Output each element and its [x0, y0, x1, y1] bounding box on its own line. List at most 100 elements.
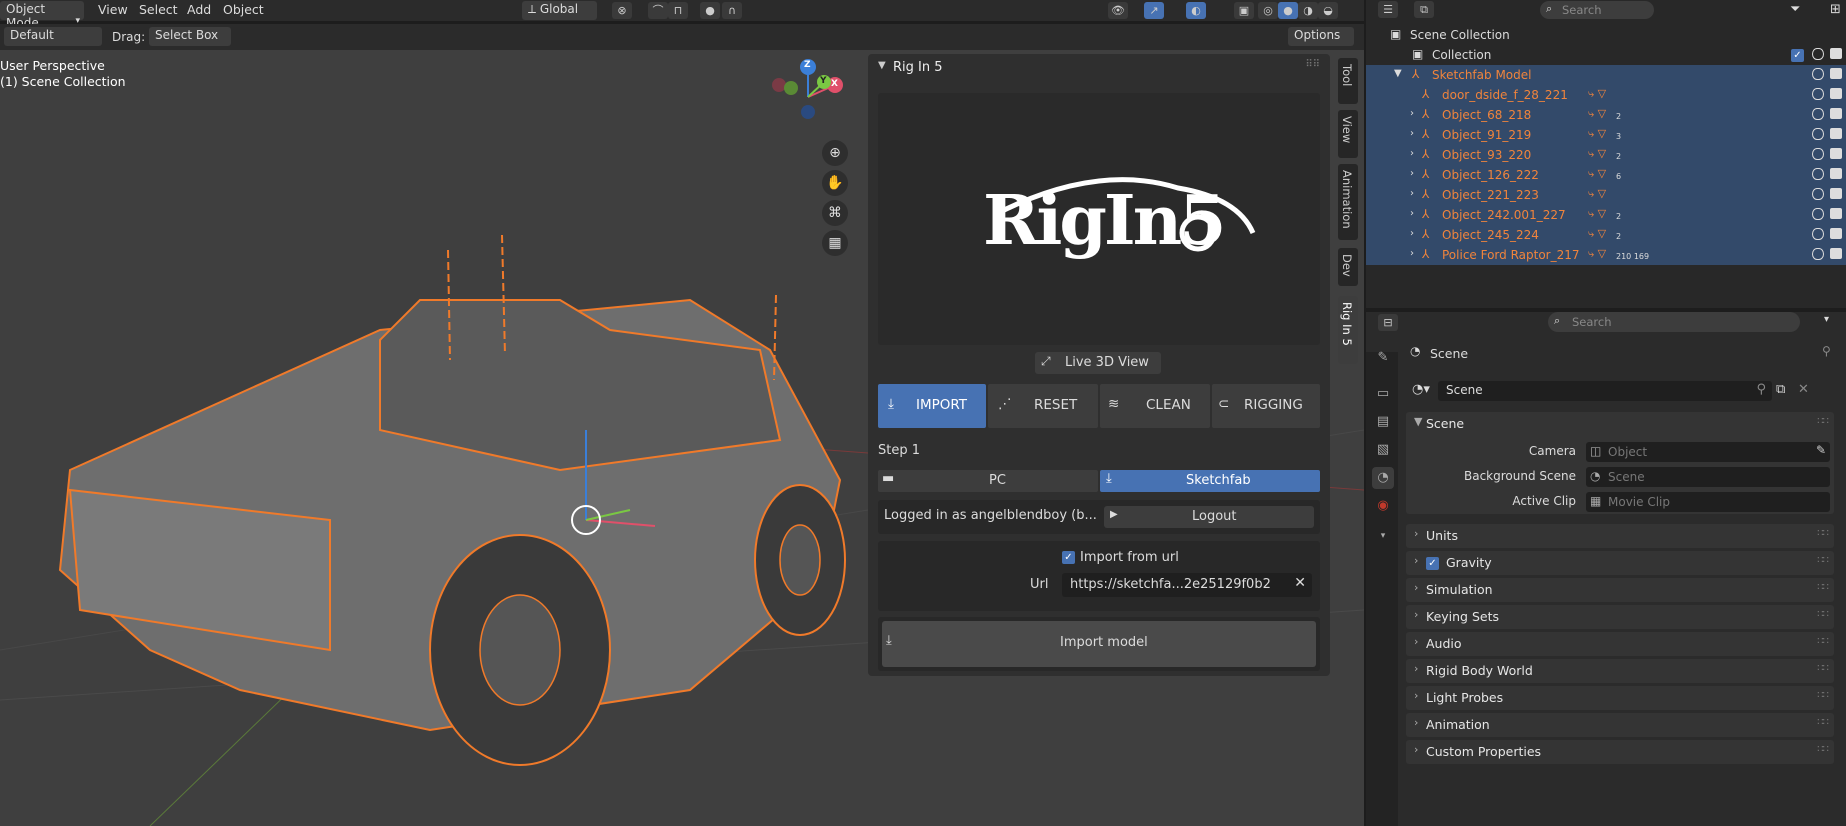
camera-view-icon[interactable]: ⌘ — [822, 200, 848, 226]
camera-icon[interactable] — [1830, 208, 1842, 219]
gizmo-x-label[interactable]: X — [831, 79, 838, 89]
transform-orientation-dropdown[interactable]: Default — [4, 27, 102, 46]
drag-dropdown[interactable]: Select Box — [149, 27, 231, 46]
chevron-right-icon[interactable]: › — [1410, 108, 1414, 119]
outliner-item[interactable]: › ⅄ Object_93_220 ⤷ ▽ 2 — [1366, 145, 1846, 165]
new-collection-icon[interactable]: ⊞ — [1830, 2, 1841, 17]
properties-section[interactable]: › Light Probes ∷∷ — [1406, 686, 1834, 710]
background-scene-field[interactable]: ◔ Scene — [1586, 467, 1830, 487]
solid-shading-icon[interactable]: ● — [1278, 2, 1298, 19]
chevron-right-icon[interactable]: › — [1410, 168, 1414, 179]
gravity-checkbox[interactable]: ✓ — [1426, 555, 1439, 570]
camera-icon[interactable] — [1830, 228, 1842, 239]
rigging-button[interactable]: ⊂ RIGGING — [1212, 384, 1320, 428]
outliner-item[interactable]: › ⅄ Police Ford Raptor_217 ⤷ ▽ 210 169 — [1366, 245, 1846, 265]
tab-tool[interactable]: Tool — [1338, 58, 1358, 104]
eye-icon[interactable] — [1812, 248, 1824, 260]
display-mode-icon[interactable]: ☰ — [1378, 1, 1398, 18]
properties-section[interactable]: › ✓ Gravity ∷∷ — [1406, 551, 1834, 575]
chevron-down-icon[interactable]: ▾ — [1824, 314, 1829, 325]
wireframe-shading-icon[interactable]: ◎ — [1258, 2, 1278, 19]
menu-object[interactable]: Object — [223, 2, 264, 17]
editor-type-icon[interactable]: ⊟ — [1378, 314, 1398, 331]
visibility-icon[interactable]: 👁 — [1108, 2, 1128, 19]
falloff-icon[interactable]: ∩ — [722, 2, 742, 19]
sketchfab-source-button[interactable]: ⤓ Sketchfab — [1100, 470, 1320, 492]
eyedropper-icon[interactable]: ✎ — [1816, 443, 1826, 457]
outliner-item[interactable]: › ⅄ Object_221_223 ⤷ ▽ — [1366, 185, 1846, 205]
gizmo-y-label[interactable]: Y — [820, 76, 827, 86]
camera-icon[interactable] — [1830, 188, 1842, 199]
snap-target-icon[interactable]: ⊓ — [668, 2, 688, 19]
menu-view[interactable]: View — [98, 2, 128, 17]
duplicate-icon[interactable]: ⧉ — [1776, 382, 1785, 397]
properties-section[interactable]: › Rigid Body World ∷∷ — [1406, 659, 1834, 683]
eye-icon[interactable] — [1812, 108, 1824, 120]
scene-name-field[interactable]: Scene ⚲ — [1438, 381, 1772, 401]
chevron-right-icon[interactable]: › — [1410, 248, 1414, 259]
menu-add[interactable]: Add — [187, 2, 211, 17]
outliner-search[interactable]: ⌕ Search — [1540, 1, 1654, 19]
reset-button[interactable]: ⋰ RESET — [988, 384, 1098, 428]
tab-dev[interactable]: Dev — [1338, 248, 1358, 286]
chevron-down-icon[interactable]: ▼ — [1414, 415, 1422, 428]
chevron-right-icon[interactable]: › — [1410, 188, 1414, 199]
tab-rig-in-5[interactable]: Rig In 5 — [1338, 296, 1358, 364]
active-clip-field[interactable]: ▦ Movie Clip — [1586, 492, 1830, 512]
exclude-checkbox[interactable]: ✓ — [1791, 48, 1804, 62]
properties-section[interactable]: › Custom Properties ∷∷ — [1406, 740, 1834, 764]
pc-source-button[interactable]: ▬ PC — [878, 470, 1098, 492]
camera-icon[interactable] — [1830, 108, 1842, 119]
eye-icon[interactable] — [1812, 188, 1824, 200]
outliner-scene-collection[interactable]: ▣ Scene Collection — [1366, 25, 1846, 45]
properties-section[interactable]: › Audio ∷∷ — [1406, 632, 1834, 656]
close-icon[interactable]: ✕ — [1294, 575, 1306, 591]
menu-select[interactable]: Select — [139, 2, 178, 17]
material-shading-icon[interactable]: ◑ — [1298, 2, 1318, 19]
import-tab-button[interactable]: ⤓ IMPORT — [878, 384, 986, 428]
eye-icon[interactable] — [1812, 128, 1824, 140]
camera-icon[interactable] — [1830, 128, 1842, 139]
pan-hand-icon[interactable]: ✋ — [822, 170, 848, 196]
properties-section[interactable]: › Animation ∷∷ — [1406, 713, 1834, 737]
clean-button[interactable]: ≋ CLEAN — [1100, 384, 1210, 428]
outliner-sketchfab-model[interactable]: ▼ ⅄ Sketchfab Model — [1366, 65, 1846, 85]
camera-icon[interactable] — [1830, 88, 1842, 99]
chevron-right-icon[interactable]: › — [1410, 128, 1414, 139]
camera-icon[interactable] — [1830, 68, 1842, 79]
filter-view-icon[interactable]: ⧉ — [1414, 1, 1434, 18]
import-model-button[interactable]: ⤓ Import model — [882, 621, 1316, 667]
xray-icon[interactable]: ▣ — [1234, 2, 1254, 19]
ortho-grid-icon[interactable]: ▦ — [822, 230, 848, 256]
properties-section[interactable]: › Units ∷∷ — [1406, 524, 1834, 548]
eye-icon[interactable] — [1812, 88, 1824, 100]
eye-icon[interactable] — [1812, 168, 1824, 180]
camera-icon[interactable] — [1830, 48, 1842, 59]
chevron-down-icon[interactable]: ▾ — [1372, 525, 1394, 547]
scene-icon[interactable]: ◔ — [1372, 467, 1394, 489]
orientation-dropdown[interactable]: ⟂ Global — [522, 1, 597, 20]
output-icon[interactable]: ▤ — [1372, 411, 1394, 433]
view-layer-icon[interactable]: ▧ — [1372, 439, 1394, 461]
rendered-shading-icon[interactable]: ◒ — [1318, 2, 1338, 19]
outliner-item[interactable]: › ⅄ Object_126_222 ⤷ ▽ 6 — [1366, 165, 1846, 185]
import-url-checkbox[interactable]: ✓ — [1062, 550, 1075, 565]
eye-icon[interactable] — [1812, 68, 1824, 80]
grip-icon[interactable]: ∷∷ — [1817, 416, 1829, 427]
outliner-item[interactable]: › ⅄ Object_245_224 ⤷ ▽ 2 — [1366, 225, 1846, 245]
chevron-right-icon[interactable]: › — [1410, 228, 1414, 239]
outliner-item[interactable]: › ⅄ Object_68_218 ⤷ ▽ 2 — [1366, 105, 1846, 125]
render-icon[interactable]: ▭ — [1372, 383, 1394, 405]
outliner-item[interactable]: ⅄ door_dside_f_28_221 ⤷ ▽ — [1366, 85, 1846, 105]
outliner-collection[interactable]: ▣ Collection ✓ — [1366, 45, 1846, 65]
eye-icon[interactable] — [1812, 208, 1824, 220]
options-dropdown[interactable]: Options — [1288, 27, 1354, 46]
chevron-right-icon[interactable]: › — [1410, 208, 1414, 219]
overlay-icon[interactable]: ◐ — [1186, 2, 1206, 19]
camera-icon[interactable] — [1830, 168, 1842, 179]
tool-icon[interactable]: ✎ — [1372, 347, 1394, 369]
pivot-icon[interactable]: ⊗ — [612, 2, 632, 19]
filter-icon[interactable]: ⏷ — [1790, 2, 1800, 17]
camera-icon[interactable] — [1830, 248, 1842, 259]
camera-field[interactable]: ◫ Object ✎ — [1586, 442, 1830, 462]
